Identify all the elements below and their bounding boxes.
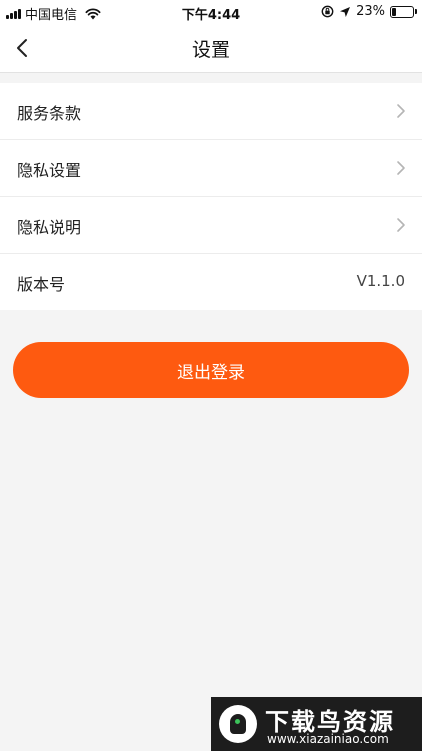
- chevron-right-icon: [397, 161, 405, 175]
- settings-item-privacy-statement[interactable]: 隐私说明: [0, 197, 422, 254]
- page-title: 设置: [191, 39, 230, 61]
- version-number: V1.1.0: [356, 272, 405, 290]
- chevron-right-icon: [397, 104, 405, 118]
- settings-list: 服务条款 隐私设置 隐私说明 版本号 V1.1.0: [0, 83, 422, 310]
- chevron-right-icon: [397, 218, 405, 232]
- watermark-banner: 下载鸟资源 www.xiazainiao.com: [211, 697, 422, 751]
- settings-item-label: 服务条款: [17, 104, 82, 123]
- watermark-url: www.xiazainiao.com: [267, 732, 389, 746]
- status-right: 23%: [321, 4, 417, 19]
- settings-item-label: 隐私设置: [17, 161, 82, 180]
- battery-percent: 23%: [356, 4, 385, 19]
- settings-item-version: 版本号 V1.1.0: [0, 254, 422, 310]
- bird-logo-icon: [219, 705, 257, 743]
- settings-item-label: 版本号: [17, 275, 66, 294]
- nav-bar: 设置: [0, 24, 422, 73]
- battery-icon: [390, 5, 417, 18]
- settings-item-privacy-settings[interactable]: 隐私设置: [0, 140, 422, 197]
- settings-item-terms-of-service[interactable]: 服务条款: [0, 83, 422, 140]
- logout-button[interactable]: 退出登录: [13, 342, 409, 398]
- orientation-lock-icon: [321, 5, 334, 18]
- location-icon: [340, 6, 351, 17]
- settings-item-label: 隐私说明: [17, 218, 82, 237]
- status-bar: 中国电信 下午4:44 23%: [0, 0, 422, 24]
- battery-level-fill: [392, 7, 396, 16]
